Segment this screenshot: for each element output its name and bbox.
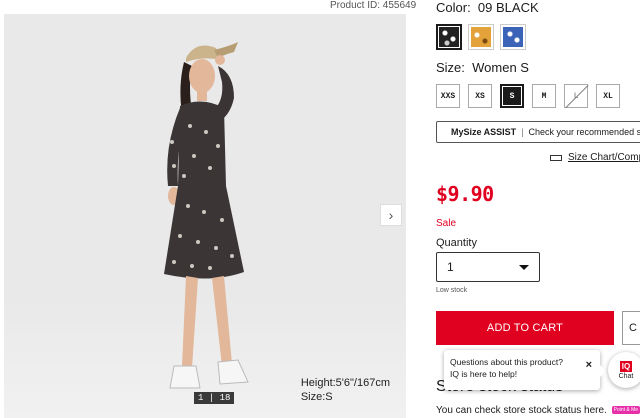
color-swatches [436,24,526,50]
swatch-yellow-floral[interactable] [468,24,494,50]
next-image-button[interactable]: › [380,204,402,226]
swatch-blue-floral[interactable] [500,24,526,50]
size-option-xxs[interactable]: XXS [436,84,460,108]
iq-badge: IQ [619,360,633,372]
size-option-l[interactable]: L [564,84,588,108]
stock-note: Low stock [436,287,468,294]
chat-label: Chat [618,372,634,380]
quantity-label: Quantity [436,237,477,249]
product-id: Product ID: 455649 [330,0,417,11]
tooltip-line-2: IQ is here to help! [450,369,518,379]
mysize-brand: MySize ASSIST [451,127,517,137]
store-stock-text: You can check store stock status here. P… [436,405,640,416]
chat-button[interactable]: IQ Chat [608,352,640,388]
size-option-xs[interactable]: XS [468,84,492,108]
quantity-value: 1 [447,260,454,274]
sale-label: Sale [436,218,457,229]
size-option-s[interactable]: S [500,84,524,108]
product-image-gallery[interactable]: › 1 | 18 Height:5'6"/167cm Size:S [4,14,406,418]
price: $9.90 [436,182,494,206]
swatch-black-floral[interactable] [436,24,462,50]
quantity-select[interactable]: 1 [436,252,540,282]
chat-tooltip: Questions about this product? IQ is here… [444,350,606,390]
secondary-button[interactable]: C [622,311,640,345]
size-options: XXS XS S M L XL [436,84,620,108]
size-value: Women S [472,60,529,75]
close-icon[interactable]: × [586,359,592,371]
size-chart-link[interactable]: Size Chart/Compare [550,152,640,163]
image-counter: 1 | 18 [194,392,235,404]
product-model-image [164,42,249,389]
add-to-cart-button[interactable]: ADD TO CART [436,311,614,345]
mysize-assist-button[interactable]: MySize ASSIST | Check your recommended s… [436,121,640,143]
size-option-m[interactable]: M [532,84,556,108]
model-height: Height:5'6"/167cm [300,377,390,389]
point-badge[interactable]: Point & Me [611,406,640,415]
size-chart-label: Size Chart/Compare [568,152,640,163]
model-info: Height:5'6"/167cm Size:S [301,376,390,404]
ruler-icon [550,154,562,161]
color-label: Color: 09 BLACK [436,0,539,15]
caret-down-icon [519,264,529,270]
mysize-text: Check your recommended size [528,127,640,137]
size-option-xl[interactable]: XL [596,84,620,108]
chevron-right-icon: › [388,207,394,223]
size-label: Size: Women S [436,60,529,75]
tooltip-line-1: Questions about this product? [450,357,563,367]
model-size: Size:S [300,391,333,403]
color-value: 09 BLACK [477,0,539,15]
